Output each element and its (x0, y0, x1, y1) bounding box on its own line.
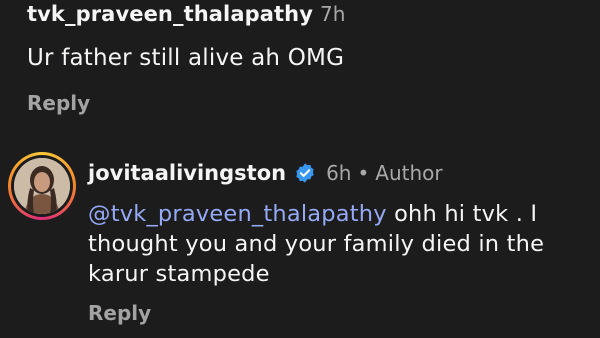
comment-timestamp: 7h (320, 2, 346, 26)
reply-button[interactable]: Reply (27, 91, 90, 115)
comment-header: tvk_praveen_thalapathy 7h (27, 2, 587, 32)
comment-text: @tvk_praveen_thalapathy ohh hi tvk . I t… (88, 199, 598, 289)
comment-text: Ur father still alive ah OMG (27, 45, 345, 71)
author-label: Author (375, 161, 443, 185)
comment-username[interactable]: tvk_praveen_thalapathy (27, 2, 313, 26)
comment-username[interactable]: jovitaalivingston (88, 161, 286, 185)
comment-timestamp: 6h (326, 161, 352, 185)
verified-badge-icon (294, 162, 316, 184)
reply-button[interactable]: Reply (88, 301, 151, 325)
avatar-image (14, 158, 70, 214)
story-ring[interactable] (8, 152, 76, 220)
mention-link[interactable]: @tvk_praveen_thalapathy (88, 201, 387, 227)
comment-item: tvk_praveen_thalapathy 7h Ur father stil… (27, 2, 587, 115)
comment-text-line: karur stampede (88, 261, 270, 287)
comment-text-line: thought you and your family died in the (88, 231, 545, 257)
comments-screen: tvk_praveen_thalapathy 7h Ur father stil… (0, 0, 600, 338)
comment-text-part: ohh hi tvk . I (386, 201, 538, 227)
separator-dot: • (357, 161, 370, 185)
comment-header: jovitaalivingston 6h • Author (88, 158, 598, 188)
comment-body: jovitaalivingston 6h • Author @tvk_prave… (88, 158, 598, 325)
avatar[interactable] (14, 158, 70, 214)
